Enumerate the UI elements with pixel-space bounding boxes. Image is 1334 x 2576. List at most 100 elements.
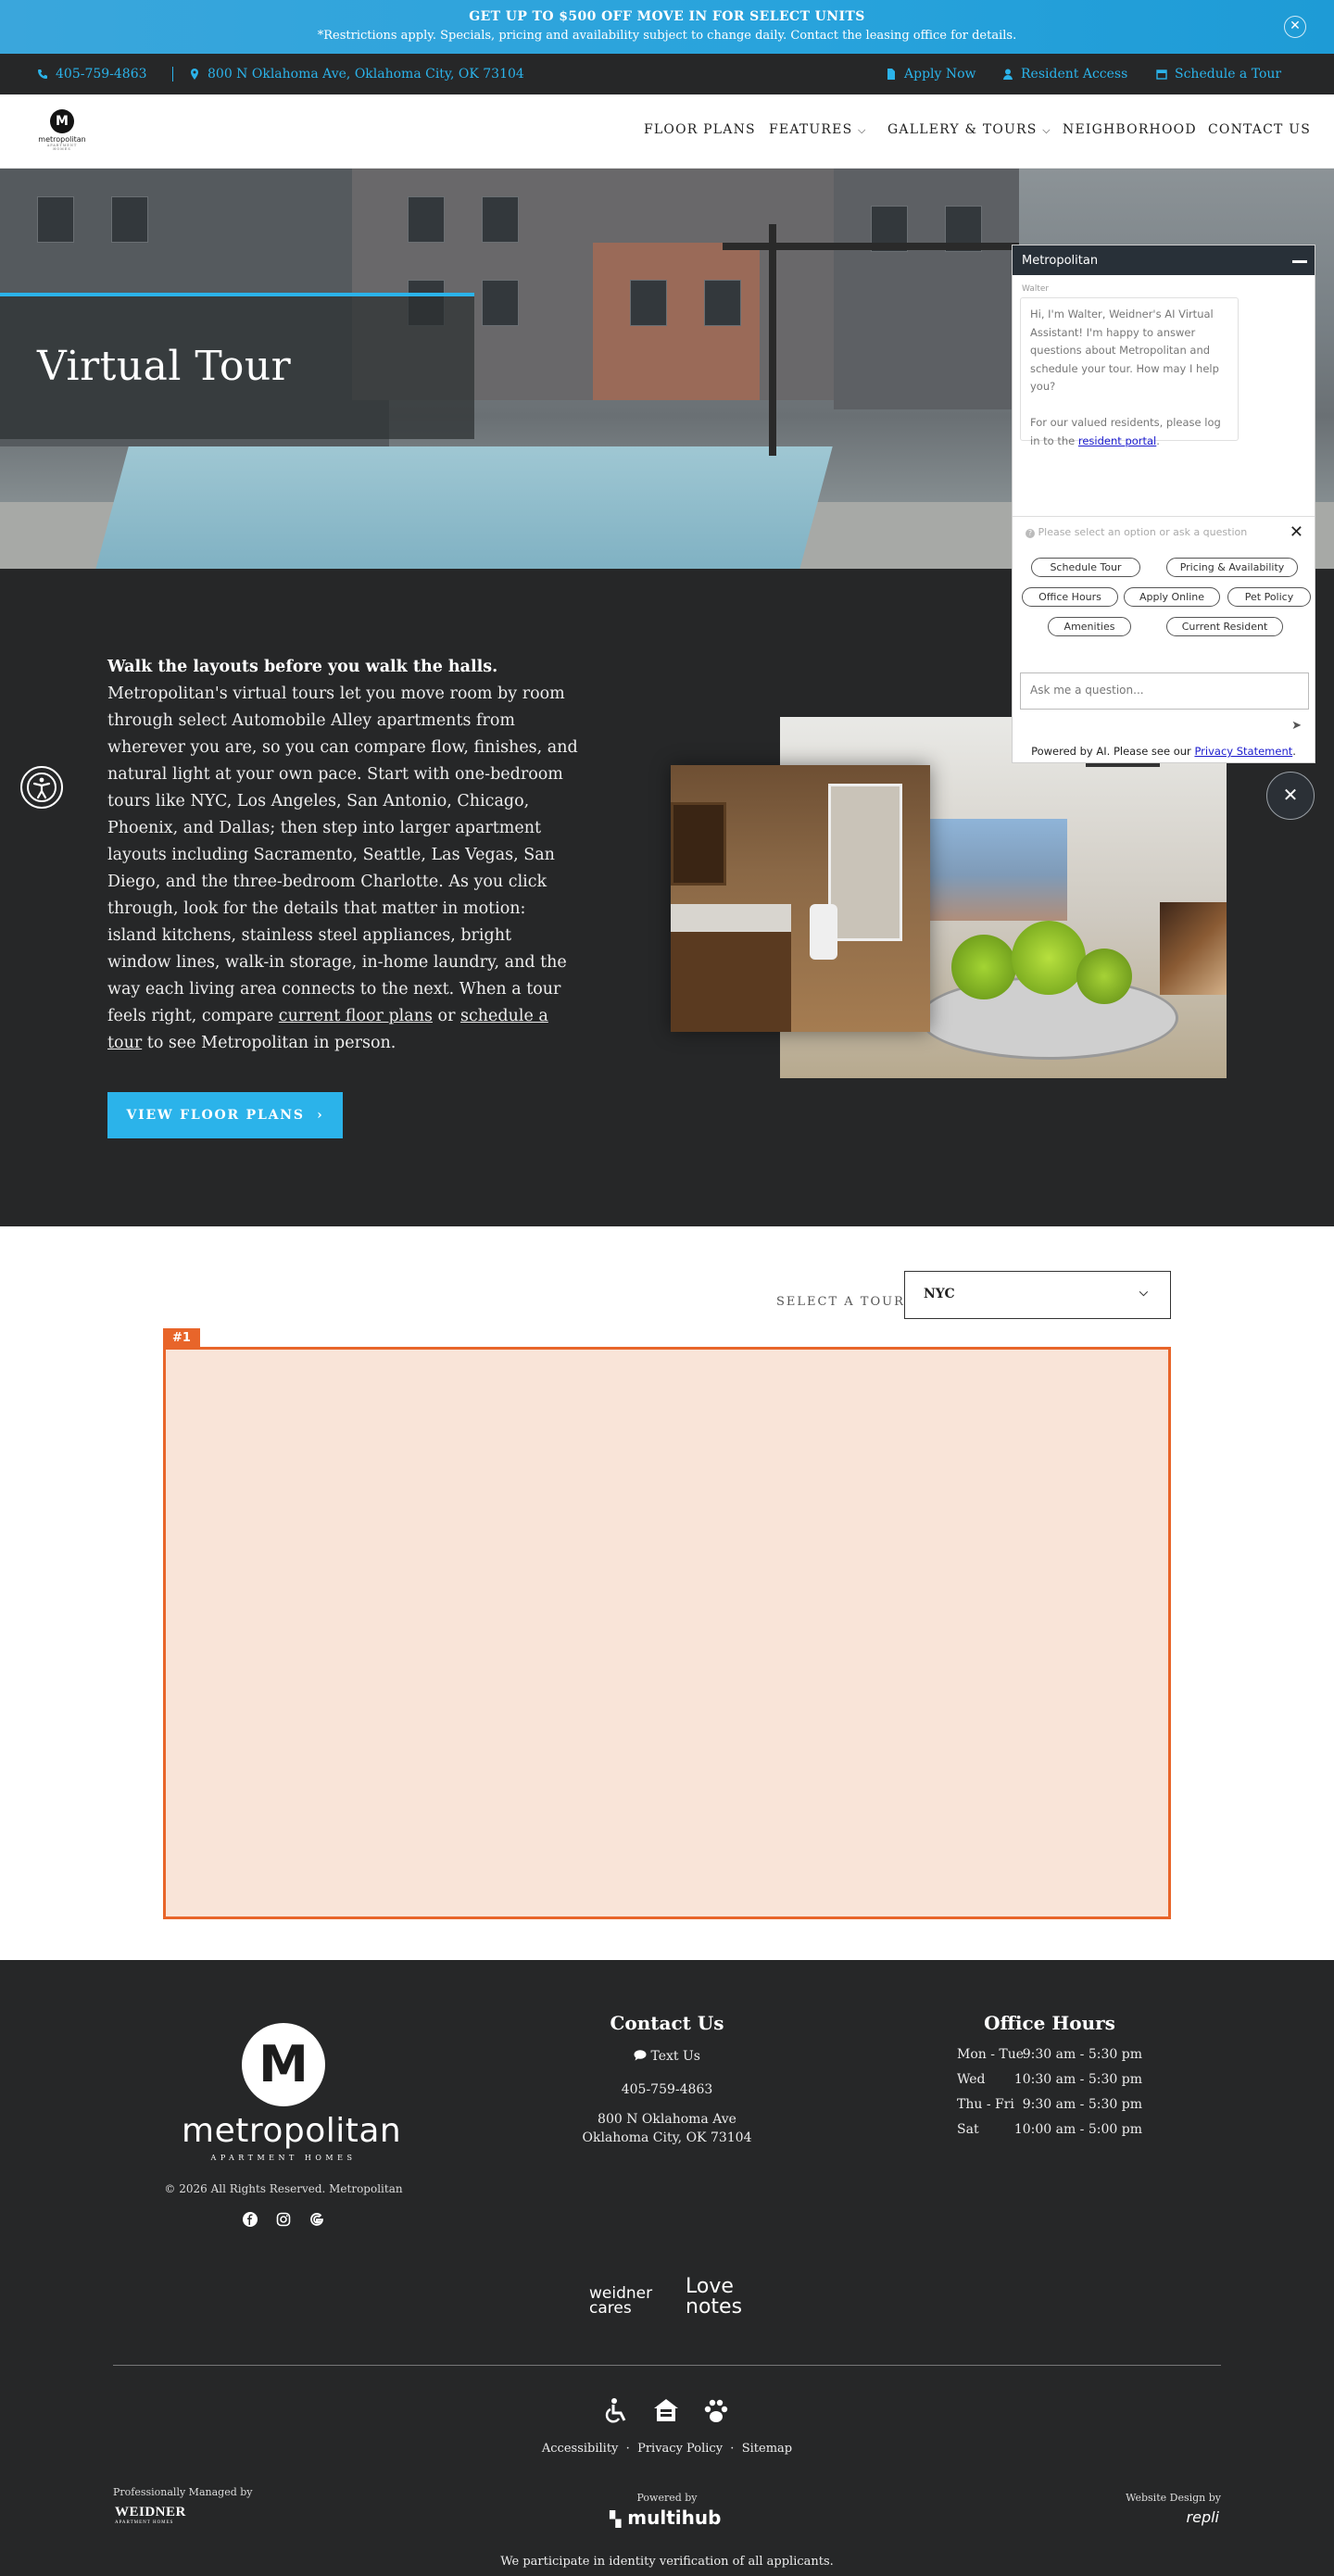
chat-close-button[interactable]: ✕ (1266, 772, 1315, 820)
select-tour-label: SELECT A TOUR (776, 1295, 905, 1309)
chevron-right-icon: › (317, 1108, 324, 1123)
hours-row: Thu - Fri 9:30 am - 5:30 pm (957, 2097, 1142, 2122)
hours-time: 9:30 am - 5:30 pm (1022, 2047, 1142, 2062)
promo-close-button[interactable]: ✕ (1284, 16, 1306, 38)
virtual-tour-frame[interactable] (163, 1347, 1171, 1919)
nav-floor-plans[interactable]: FLOOR PLANS (644, 122, 756, 137)
site-footer: M metropolitan APARTMENT HOMES © 2026 Al… (0, 1960, 1334, 2576)
promo-banner: GET UP TO $500 OFF MOVE IN FOR SELECT UN… (0, 0, 1334, 54)
schedule-tour-link[interactable]: Schedule a Tour (1156, 67, 1281, 82)
privacy-statement-link[interactable]: Privacy Statement (1194, 745, 1292, 758)
window (704, 280, 741, 326)
view-floor-plans-label: VIEW FLOOR PLANS (126, 1108, 305, 1123)
send-icon[interactable]: ➤ (1291, 719, 1302, 733)
resident-portal-link[interactable]: resident portal (1078, 434, 1156, 447)
address-text: 800 N Oklahoma Ave, Oklahoma City, OK 73… (208, 67, 524, 82)
calendar-icon (1156, 69, 1167, 80)
chat-widget: Metropolitan Walter Hi, I'm Walter, Weid… (1012, 245, 1315, 763)
hours-day: Thu - Fri (957, 2097, 1014, 2112)
apply-now-label: Apply Now (904, 67, 976, 82)
chat-bubble-icon (634, 2050, 647, 2061)
sitemap-link[interactable]: Sitemap (742, 2442, 792, 2456)
user-icon (1003, 69, 1013, 80)
building-right (834, 169, 1019, 409)
phone-link[interactable]: 405-759-4863 (37, 67, 147, 82)
love-notes-logo[interactable]: Love notes (686, 2277, 754, 2319)
phone-number: 405-759-4863 (56, 67, 147, 82)
hours-row: Sat 10:00 am - 5:00 pm (957, 2122, 1142, 2147)
doorway (828, 784, 902, 941)
nav-gallery-tours[interactable]: GALLERY & TOURS ⌵ (887, 122, 1051, 137)
identity-verification-note: We participate in identity verification … (500, 2555, 834, 2569)
privacy-policy-link[interactable]: Privacy Policy (637, 2442, 723, 2456)
chevron-down-icon: ⌵ (1042, 124, 1051, 136)
hours-row: Wed 10:30 am - 5:30 pm (957, 2072, 1142, 2097)
utility-divider (172, 67, 173, 82)
love-notes-text-2: notes (686, 2295, 743, 2318)
chat-message: Hi, I'm Walter, Weidner's AI Virtual Ass… (1020, 297, 1239, 447)
chat-header: Metropolitan (1013, 245, 1315, 275)
multihub-wordmark: multihub (627, 2507, 722, 2529)
hours-day: Sat (957, 2122, 979, 2137)
footer-logo[interactable]: M metropolitan APARTMENT HOMES (182, 2023, 401, 2162)
utility-bar: 405-759-4863 800 N Oklahoma Ave, Oklahom… (0, 54, 1334, 94)
text-us-label: Text Us (650, 2049, 700, 2064)
site-logo[interactable]: M metropolitan APARTMENT HOMES (37, 109, 87, 152)
nav-gallery-label: GALLERY & TOURS (887, 122, 1038, 137)
nav-features[interactable]: FEATURES ⌵ (769, 122, 867, 137)
accessibility-widget-button[interactable] (20, 766, 63, 809)
logo-wordmark: metropolitan (38, 135, 86, 144)
floor-plans-link[interactable]: current floor plans (279, 1007, 433, 1025)
chevron-down-icon: ⌵ (1139, 1286, 1148, 1299)
design-by-label: Website Design by (1126, 2492, 1221, 2504)
weidner-cares-logo[interactable]: weidner cares (584, 2279, 660, 2318)
chat-powered-note: Powered by AI. Please see our Privacy St… (1031, 745, 1296, 758)
pet-paw-icon (704, 2399, 728, 2422)
nav-neighborhood[interactable]: NEIGHBORHOOD (1063, 122, 1197, 137)
weidner-logo[interactable]: WEIDNER APARTMENT HOMES (115, 2505, 186, 2525)
intro-copy: Walk the layouts before you walk the hal… (107, 654, 580, 1057)
chat-option-amenities[interactable]: Amenities (1048, 617, 1131, 636)
multihub-logo[interactable]: ▚ multihub (610, 2507, 721, 2529)
text-us-link[interactable]: Text Us (519, 2047, 815, 2066)
window (630, 280, 667, 326)
minimize-icon[interactable] (1292, 260, 1307, 263)
repli-logo[interactable]: repli (1187, 2508, 1219, 2526)
chat-bot-name: Walter (1022, 284, 1050, 294)
tour-select[interactable]: NYC ⌵ (904, 1271, 1171, 1319)
question-icon: ? (1026, 529, 1035, 538)
instagram-icon[interactable] (274, 2212, 293, 2230)
address-link[interactable]: 800 N Oklahoma Ave, Oklahoma City, OK 73… (189, 67, 524, 82)
equal-housing-icon (654, 2399, 678, 2421)
moss-ball (1076, 949, 1132, 1004)
hours-time: 9:30 am - 5:30 pm (1022, 2097, 1142, 2112)
facebook-icon[interactable] (241, 2212, 259, 2230)
tour-select-value: NYC (924, 1287, 955, 1301)
resident-access-link[interactable]: Resident Access (1002, 67, 1127, 82)
chat-options-close-icon[interactable]: ✕ (1290, 522, 1303, 542)
schedule-tour-label: Schedule a Tour (1175, 67, 1282, 82)
intro-body-end: to see Metropolitan in person. (142, 1034, 396, 1052)
google-icon[interactable] (308, 2212, 326, 2230)
bathroom-photo (671, 765, 930, 1032)
accessibility-link[interactable]: Accessibility (542, 2442, 619, 2456)
chat-input[interactable]: Ask me a question... (1020, 672, 1309, 710)
hours-day: Mon - Tue (957, 2047, 1025, 2062)
chat-option-office-hours[interactable]: Office Hours (1022, 587, 1118, 607)
pergola-post (769, 224, 776, 456)
nav-contact-us[interactable]: CONTACT US (1208, 122, 1311, 137)
view-floor-plans-button[interactable]: VIEW FLOOR PLANS › (107, 1092, 343, 1138)
chat-option-schedule-tour[interactable]: Schedule Tour (1031, 558, 1140, 577)
weidner-cares-text: weidner cares (589, 2284, 653, 2318)
page-title: Virtual Tour (37, 343, 292, 390)
footer-phone[interactable]: 405-759-4863 (519, 2080, 815, 2099)
chat-title: Metropolitan (1022, 254, 1099, 268)
chat-option-current-resident[interactable]: Current Resident (1166, 617, 1283, 636)
apply-now-link[interactable]: Apply Now (886, 67, 976, 82)
chat-option-pricing[interactable]: Pricing & Availability (1166, 558, 1298, 577)
footer-logo-tagline: APARTMENT HOMES (210, 2154, 357, 2162)
hero-accent-line (0, 293, 474, 296)
chat-option-pet-policy[interactable]: Pet Policy (1227, 587, 1311, 607)
window (482, 280, 519, 326)
chat-option-apply-online[interactable]: Apply Online (1124, 587, 1220, 607)
